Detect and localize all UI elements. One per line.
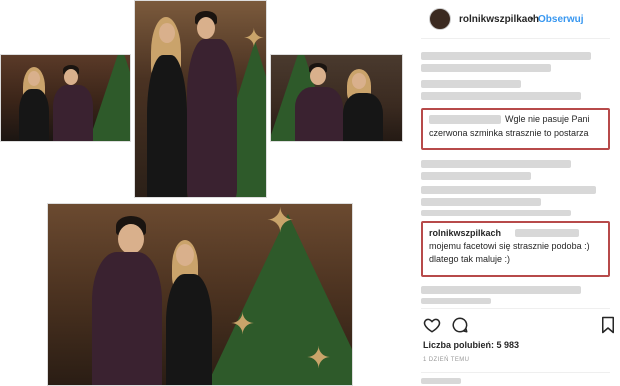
blurred-comment — [421, 64, 551, 72]
blurred-comment — [421, 172, 531, 180]
blurred-comment — [421, 52, 591, 60]
star-ornament: ✦ — [243, 23, 265, 53]
separator-dot: • — [530, 14, 534, 25]
blurred-comment — [421, 298, 491, 304]
blurred-comment — [421, 198, 541, 206]
man-head — [310, 67, 326, 85]
man-figure — [187, 39, 237, 197]
man-figure — [92, 252, 162, 385]
comment-icon[interactable] — [451, 316, 469, 334]
blurred-text — [421, 378, 461, 384]
comment-text: Wgle nie pasuje Pani — [505, 114, 590, 124]
star-ornament: ✦ — [266, 203, 295, 240]
woman-figure — [19, 89, 49, 141]
blurred-comment — [421, 160, 571, 168]
reply-text: mojemu facetowi się strasznie podoba :) — [429, 241, 590, 251]
man-head — [64, 69, 78, 85]
man-head — [197, 17, 215, 39]
actions-divider — [421, 308, 610, 309]
blurred-comment — [421, 92, 581, 100]
footer-divider — [421, 372, 610, 373]
reply-username[interactable]: rolnikwszpilkach — [429, 227, 501, 239]
couple-photo-center: ✦ — [134, 0, 267, 198]
comment-text: czerwona szminka strasznie to postarza — [429, 128, 589, 138]
highlighted-comment: Wgle nie pasuje Pani czerwona szminka st… — [421, 108, 610, 150]
username-link[interactable]: rolnikwszpilkach — [459, 14, 539, 25]
blurred-username — [429, 115, 501, 124]
header-divider — [421, 38, 610, 39]
star-ornament: ✦ — [306, 342, 332, 375]
couple-photo-left — [0, 54, 131, 142]
woman-head — [176, 244, 194, 266]
post-panel: rolnikwszpilkach • Obserwuj Wgle nie pas… — [411, 0, 620, 386]
post-date: 1 DZIEŃ TEMU — [423, 357, 470, 363]
couple-photo-right — [270, 54, 403, 142]
blurred-comment — [421, 80, 521, 88]
woman-figure — [166, 274, 212, 385]
woman-figure — [147, 55, 187, 197]
man-figure — [295, 87, 343, 141]
couple-photo-large: ✦ ✦ ✦ — [47, 203, 353, 386]
man-figure — [53, 85, 93, 141]
man-head — [118, 224, 144, 254]
woman-head — [28, 71, 40, 86]
blurred-mention — [515, 229, 579, 237]
bookmark-icon[interactable] — [601, 316, 615, 334]
woman-head — [352, 73, 366, 89]
follow-button[interactable]: Obserwuj — [538, 14, 584, 25]
woman-figure — [343, 93, 383, 141]
likes-count[interactable]: Liczba polubień: 5 983 — [423, 340, 519, 350]
blurred-comment — [421, 286, 581, 294]
star-ornament: ✦ — [230, 308, 256, 341]
highlighted-reply: rolnikwszpilkach mojemu facetowi się str… — [421, 221, 610, 277]
blurred-comment — [421, 210, 571, 216]
reply-text: dlatego tak maluje :) — [429, 254, 511, 264]
woman-head — [159, 23, 175, 43]
avatar[interactable] — [429, 8, 451, 30]
heart-icon[interactable] — [423, 316, 441, 334]
blurred-comment — [421, 186, 596, 194]
